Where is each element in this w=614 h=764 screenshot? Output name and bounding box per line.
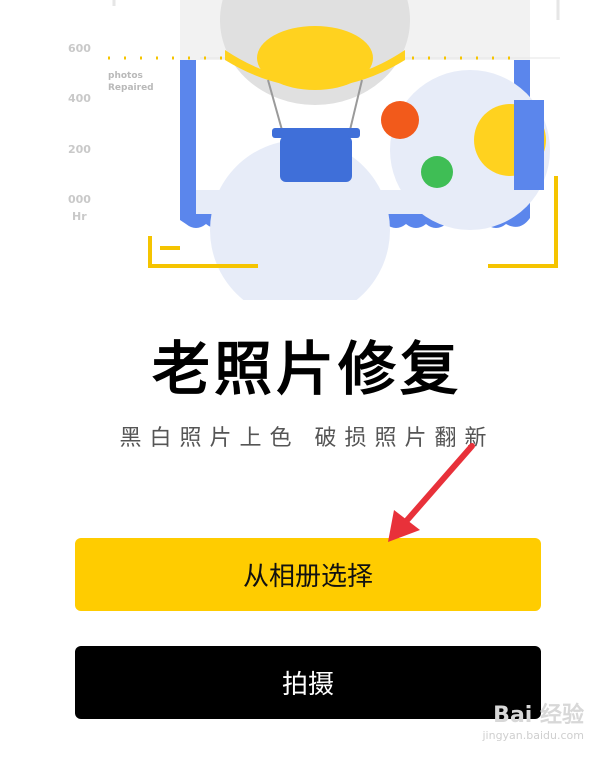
- balloon-stamp-illustration: [108, 0, 560, 320]
- take-photo-label: 拍摄: [281, 670, 334, 700]
- illustration-caption: photos Repaired: [108, 70, 154, 94]
- baidu-watermark: Bai 经验 jingyan.baidu.com: [482, 697, 584, 742]
- axis-label-hr: Hr: [72, 210, 87, 223]
- page-subtitle: 黑白照片上色 破损照片翻新: [119, 426, 495, 451]
- caption-line-2: Repaired: [108, 83, 154, 93]
- axis-label-000: 000: [68, 193, 91, 206]
- red-arrow-annotation: [388, 443, 475, 542]
- axis-label-400: 400: [68, 92, 91, 105]
- choose-from-album-label: 从相册选择: [242, 562, 373, 592]
- hero-illustration: [0, 0, 614, 320]
- take-photo-button[interactable]: 拍摄: [75, 646, 541, 719]
- axis-label-600: 600: [68, 42, 91, 55]
- page-title: 老照片修复: [151, 335, 462, 403]
- caption-line-1: photos: [108, 71, 143, 81]
- axis-label-200: 200: [68, 143, 91, 156]
- watermark-main: Bai 经验: [493, 703, 584, 728]
- watermark-sub: jingyan.baidu.com: [482, 729, 584, 742]
- choose-from-album-button[interactable]: 从相册选择: [75, 538, 541, 611]
